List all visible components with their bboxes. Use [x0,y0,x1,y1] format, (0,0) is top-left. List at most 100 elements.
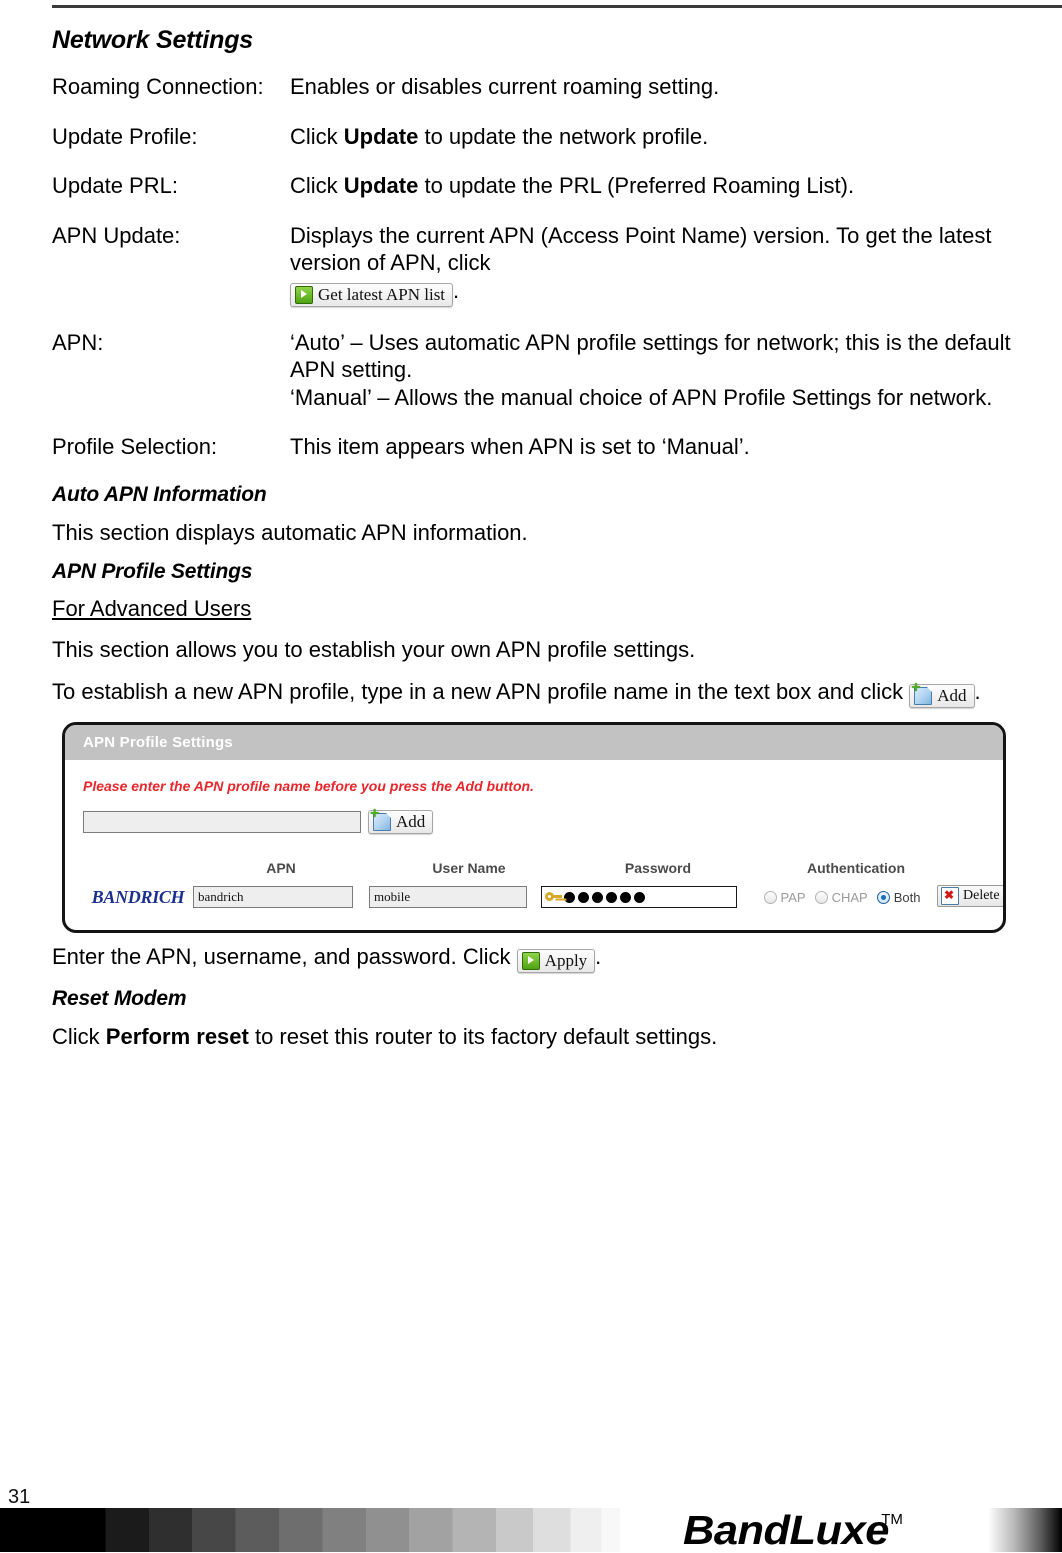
apn-input[interactable]: bandrich [193,886,353,908]
term-profile-selection: Profile Selection: [52,434,218,459]
cell-password [541,886,747,908]
play-icon [521,951,540,970]
radio-pap-icon [763,890,777,904]
definition-row-profile-selection: Profile Selection: This item appears whe… [52,433,1012,461]
term-apn-update: APN Update: [52,222,181,248]
cell-actions: Delete [937,884,1003,910]
definition-row-roaming-connection: Roaming Connection: Enables or disables … [52,73,1012,101]
desc-apn-update: Displays the current APN (Access Point N… [290,222,1012,307]
section-title-network-settings: Network Settings [52,26,253,54]
desc-bold-update: Update [343,173,419,198]
desc-text: Displays the current APN (Access Point N… [290,222,992,276]
apn-profile-table: APN User Name Password Authentication BA… [83,860,1003,910]
user-name-input[interactable]: mobile [369,886,527,908]
definition-row-update-profile: Update Profile: Click Update to update t… [52,123,1012,151]
password-masked-dots [564,891,645,903]
desc-prefix: Click [290,123,344,149]
add-page-icon [911,680,933,705]
auto-apn-information-body: This section displays automatic APN info… [52,519,528,545]
apn-profile-settings-body-2: To establish a new APN profile, type in … [52,678,1012,708]
page-number: 31 [8,1486,31,1508]
radio-option-chap[interactable]: CHAP [814,889,868,905]
grayscale-calibration-bar-left [0,1508,620,1552]
after-panel-instruction: Enter the APN, username, and password. C… [52,943,1012,973]
radio-pap-label: PAP [780,889,806,905]
column-header-user-name: User Name [432,859,506,876]
apply-button[interactable]: Apply [516,948,596,973]
term-apn: APN: [52,329,104,355]
new-profile-row: Add [83,806,985,834]
table-header-row: APN User Name Password Authentication [83,860,985,876]
delete-button[interactable]: Delete [937,884,1003,907]
body-2-suffix: . [974,678,981,704]
definition-row-apn-update: APN Update: Displays the current APN (Ac… [52,222,1012,307]
term-update-prl: Update PRL: [52,173,178,198]
add-button-inline-label: Add [937,686,967,705]
table-row: BANDRICH bandrich mobile PAP CHAP Both ✖… [83,884,1003,910]
cell-apn: bandrich [193,886,369,908]
header-rule [52,5,1062,8]
column-header-authentication: Authentication [807,859,905,876]
column-header-apn: APN [266,859,296,876]
term-update-profile: Update Profile: [52,123,198,149]
section-title-auto-apn-information: Auto APN Information [52,482,267,506]
desc-update-prl: Click Update to update the PRL (Preferre… [290,172,1012,200]
definition-row-apn: APN: ‘Auto’ – Uses automatic APN profile… [52,329,1012,412]
desc-suffix: to update the PRL (Preferred Roaming Lis… [418,173,855,198]
network-settings-definition-list: Roaming Connection: Enables or disables … [52,73,1012,461]
get-latest-apn-list-button[interactable]: Get latest APN list [290,282,454,307]
apn-manual-line: ‘Manual’ – Allows the manual choice of A… [290,384,993,410]
desc-update-profile: Click Update to update the network profi… [290,123,1012,151]
radio-option-both[interactable]: Both [876,889,921,905]
desc-bold-update: Update [343,123,419,149]
panel-add-button[interactable]: Add [368,806,434,834]
apn-profile-settings-body-1: This section allows you to establish you… [52,637,696,662]
radio-option-pap[interactable]: PAP [763,889,806,905]
reset-prefix: Click [52,1023,106,1049]
panel-add-button-label: Add [396,812,426,831]
desc-apn: ‘Auto’ – Uses automatic APN profile sett… [290,329,1012,412]
page-footer: BandLuxe TM [0,1508,1062,1552]
document-page: Network Settings Roaming Connection: Ena… [0,0,1062,1552]
authentication-radio-group: PAP CHAP Both [747,890,937,905]
bandluxe-logo: BandLuxe TM [683,1510,903,1551]
radio-chap-label: CHAP [831,889,868,905]
cell-authentication: PAP CHAP Both [747,890,937,905]
subheading-for-advanced-users: For Advanced Users [52,596,252,621]
delete-x-icon [941,886,959,905]
panel-header-title: APN Profile Settings [65,724,1003,760]
key-icon [545,890,562,904]
section-title-apn-profile-settings: APN Profile Settings [52,560,253,583]
term-roaming-connection: Roaming Connection: [52,74,264,99]
desc-text: Enables or disables current roaming sett… [290,74,720,99]
panel-body: Please enter the APN profile name before… [65,760,1003,930]
body-2-prefix: To establish a new APN profile, type in … [52,678,910,704]
apn-profile-settings-panel: APN Profile Settings Please enter the AP… [62,721,1006,933]
desc-profile-selection: This item appears when APN is set to ‘Ma… [290,434,750,459]
reset-modem-body: Click Perform reset to reset this router… [52,1023,1012,1051]
column-header-password: Password [624,859,692,876]
after-panel-prefix: Enter the APN, username, and password. C… [52,943,517,969]
apply-button-label: Apply [544,951,588,970]
reset-bold-perform-reset: Perform reset [105,1023,249,1049]
radio-both-icon [876,890,890,904]
after-panel-suffix: . [595,943,602,969]
radio-both-label: Both [893,889,921,905]
reset-suffix: to reset this router to its factory defa… [248,1023,718,1049]
apn-auto-line: ‘Auto’ – Uses automatic APN profile sett… [290,329,1011,383]
radio-chap-icon [814,890,828,904]
desc-prefix: Click [290,173,344,198]
cell-user-name: mobile [369,886,541,908]
new-profile-name-input[interactable] [83,810,361,833]
desc-roaming-connection: Enables or disables current roaming sett… [290,73,1012,101]
page-content: Network Settings Roaming Connection: Ena… [52,26,1012,1064]
play-icon [295,285,313,304]
add-button-inline[interactable]: Add [909,680,975,708]
get-latest-apn-list-label: Get latest APN list [318,285,446,304]
add-page-icon [370,806,391,831]
password-input[interactable] [541,886,737,908]
section-title-reset-modem: Reset Modem [52,986,187,1010]
period: . [453,277,460,303]
definition-row-update-prl: Update PRL: Click Update to update the P… [52,172,1012,200]
panel-warning-message: Please enter the APN profile name before… [83,777,534,794]
